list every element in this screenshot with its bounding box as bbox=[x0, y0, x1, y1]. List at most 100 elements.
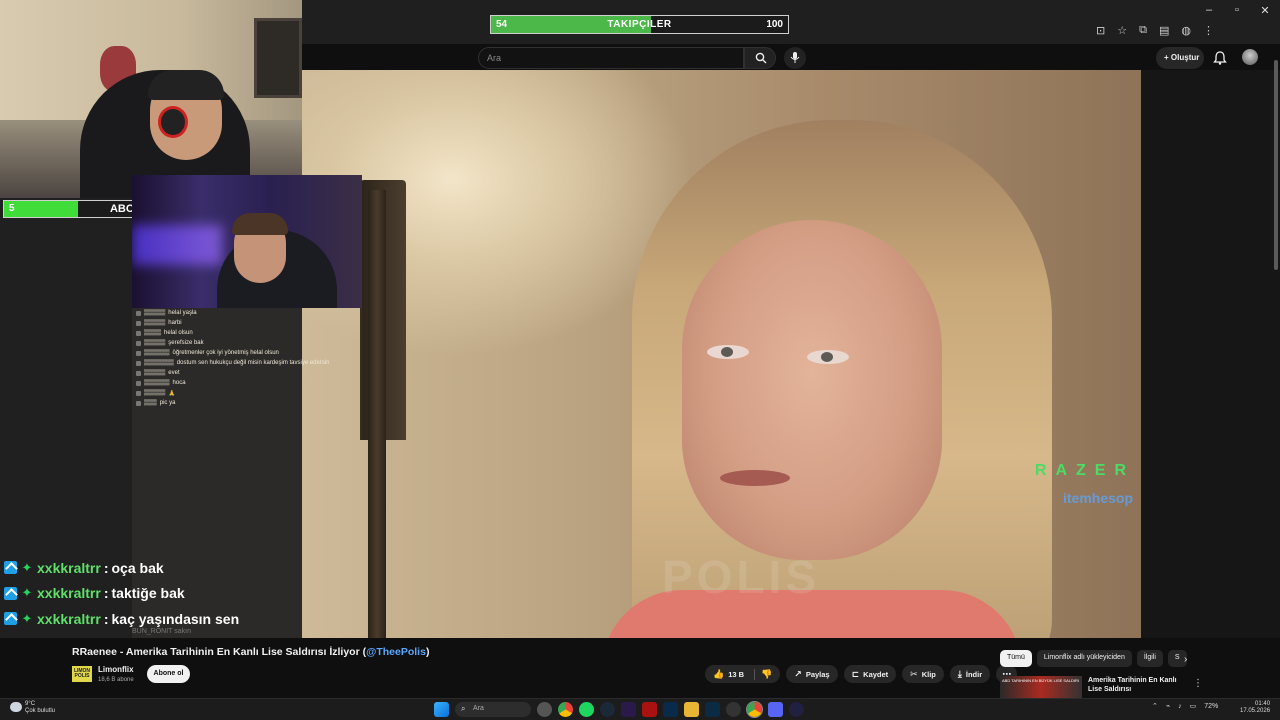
mic-icon bbox=[790, 52, 800, 63]
create-button[interactable]: + Oluştur bbox=[1156, 47, 1204, 69]
scissors-icon: ✂ bbox=[910, 668, 918, 679]
weather-widget[interactable]: 9°C Çok bulutlu bbox=[25, 701, 55, 715]
side-chat-user: ▒▒▒ bbox=[144, 400, 157, 406]
chat-separator: : bbox=[103, 610, 109, 627]
chat-badge-icon bbox=[4, 561, 17, 575]
chat-badge-icon bbox=[136, 390, 141, 396]
chevron-right-icon[interactable]: › bbox=[1184, 654, 1187, 665]
chat-badge-icon bbox=[136, 340, 141, 346]
side-chat-message: ▒▒▒▒▒▒▒ dostum sen hukukçu değil misin ka… bbox=[132, 358, 362, 368]
video-player[interactable]: POLIS RAZER itemhesop bbox=[302, 70, 1141, 638]
channel-logo[interactable]: LIMON POLIS bbox=[72, 666, 92, 682]
install-app-icon[interactable]: ⊡ bbox=[1096, 24, 1105, 37]
like-button[interactable]: 👍 13 B 👎 bbox=[705, 665, 781, 683]
filter-chip[interactable]: İlgili bbox=[1136, 650, 1163, 667]
taskbar-search[interactable]: ⌕ Ara bbox=[455, 702, 531, 717]
save-label: Kaydet bbox=[863, 669, 889, 679]
streamer-hair bbox=[148, 70, 224, 100]
youtube-header: Ara + Oluştur bbox=[300, 44, 1280, 70]
share-button[interactable]: ↗ Paylaş bbox=[786, 665, 838, 683]
search-button[interactable] bbox=[744, 47, 776, 69]
chat-message: ✦ xxkkraltrr: oça bak bbox=[0, 555, 300, 581]
chat-text: kaç yaşındasın sen bbox=[111, 610, 240, 627]
profile-icon[interactable]: ◍ bbox=[1181, 24, 1191, 37]
maximize-icon[interactable]: ▫ bbox=[1230, 4, 1244, 17]
side-chat-user: ▒▒▒▒▒▒ bbox=[144, 350, 170, 356]
video-lamp-pole bbox=[368, 190, 386, 638]
tray-chevron-icon[interactable]: ⌃ bbox=[1152, 702, 1158, 710]
recommended-title[interactable]: Amerika Tarihinin En Kanlı Lise Saldırıs… bbox=[1088, 676, 1188, 694]
voice-search-button[interactable] bbox=[784, 47, 806, 69]
chat-badge-icon bbox=[136, 310, 141, 316]
side-chat-text: pic ya bbox=[159, 400, 176, 406]
minimize-icon[interactable]: – bbox=[1202, 4, 1216, 17]
video-eye-right bbox=[807, 350, 849, 364]
side-chat-user: ▒▒▒▒▒▒▒ bbox=[144, 360, 174, 366]
title-mention-link[interactable]: @TheePolis bbox=[366, 646, 426, 658]
discord-icon[interactable] bbox=[768, 702, 783, 717]
shield-icon[interactable] bbox=[642, 702, 657, 717]
recommended-more-icon[interactable]: ⋮ bbox=[1193, 678, 1203, 689]
thumbs-down-icon[interactable]: 👎 bbox=[754, 668, 772, 680]
followers-goal: 100 bbox=[766, 19, 783, 30]
recommended-thumbnail[interactable]: ABD TARIHININ EN BÜYÜK LISE SALDIRI bbox=[1000, 676, 1082, 698]
filter-chip[interactable]: Limonflix adlı yükleyiciden bbox=[1036, 650, 1132, 667]
folder-icon[interactable] bbox=[684, 702, 699, 717]
github-icon[interactable] bbox=[726, 702, 741, 717]
media-icon[interactable]: ▤ bbox=[1159, 24, 1169, 37]
notifications-bell-icon[interactable] bbox=[1212, 50, 1228, 66]
taskbar-search-label: Ara bbox=[473, 705, 484, 712]
close-icon[interactable]: ✕ bbox=[1258, 4, 1272, 17]
side-chat-text: evet bbox=[168, 370, 180, 376]
windows-start-icon[interactable] bbox=[434, 702, 449, 717]
lightroom-icon[interactable] bbox=[663, 702, 678, 717]
side-chat-text: harbi bbox=[168, 320, 182, 326]
spotify-icon[interactable] bbox=[579, 702, 594, 717]
stream-chat: ✦ xxkkraltrr: oça bak ✦ xxkkraltrr: taktiğe b… bbox=[0, 555, 300, 637]
chat-badge-icon bbox=[4, 612, 17, 626]
side-chat-user: ▒▒▒▒▒ bbox=[144, 340, 166, 346]
chat-text: taktiğe bak bbox=[111, 585, 185, 602]
search-icon bbox=[755, 52, 767, 64]
page-scrollbar[interactable] bbox=[1274, 60, 1278, 270]
side-chat-user: ▒▒▒▒ bbox=[144, 330, 162, 336]
tray-network-icon[interactable]: ⌁ bbox=[1166, 702, 1170, 710]
task-view-icon[interactable] bbox=[537, 702, 552, 717]
download-label: İndir bbox=[965, 669, 983, 679]
channel-name[interactable]: Limonflix bbox=[98, 665, 134, 674]
steam-icon[interactable] bbox=[600, 702, 615, 717]
chat-badge-icon bbox=[136, 380, 141, 386]
chrome-icon[interactable] bbox=[558, 702, 573, 717]
extensions-icon[interactable]: ⧉ bbox=[1139, 24, 1147, 37]
clip-button[interactable]: ✂ Klip bbox=[902, 665, 944, 683]
sparkle-icon: ✦ bbox=[21, 559, 33, 575]
weather-cloud-icon[interactable] bbox=[10, 702, 22, 712]
webcam-door bbox=[254, 18, 302, 98]
bookmark-star-icon[interactable]: ☆ bbox=[1117, 24, 1127, 37]
search-input[interactable]: Ara bbox=[478, 47, 744, 69]
side-chat-message: ▒▒▒▒▒ harbi bbox=[132, 318, 362, 328]
chrome-active-icon[interactable] bbox=[746, 701, 763, 718]
bookmark-icon: ⊏ bbox=[851, 668, 860, 679]
tray-battery-icon[interactable]: ▭ bbox=[1190, 702, 1197, 710]
side-chat-user: ▒▒▒▒▒ bbox=[144, 390, 166, 396]
obs-icon[interactable] bbox=[789, 702, 804, 717]
premiere-icon[interactable] bbox=[621, 702, 636, 717]
download-button[interactable]: ⤓ İndir bbox=[949, 665, 991, 683]
side-chat-message: ▒▒▒▒ helal olsun bbox=[132, 328, 362, 338]
chat-username: xxkkraltrr bbox=[37, 585, 101, 602]
video-watermark: POLIS bbox=[662, 551, 821, 603]
photoshop-icon[interactable] bbox=[705, 702, 720, 717]
subscribe-button[interactable]: Abone ol bbox=[147, 665, 190, 683]
channel-subscribers: 18,6 B abone bbox=[98, 677, 134, 683]
side-chat-user: ▒▒▒▒▒▒ bbox=[144, 380, 170, 386]
account-avatar[interactable] bbox=[1242, 49, 1258, 65]
filter-chip[interactable]: Tümü bbox=[1000, 650, 1032, 667]
taskbar-apps: ⌕ Ara bbox=[434, 701, 804, 718]
taskbar-clock[interactable]: 01:40 17.05.2026 bbox=[1240, 701, 1270, 715]
plus-icon: + bbox=[1164, 53, 1169, 62]
tray-volume-icon[interactable]: ♪ bbox=[1178, 703, 1182, 710]
menu-icon[interactable]: ⋮ bbox=[1203, 24, 1214, 37]
side-chat-message: ▒▒▒▒▒▒ öğretmenler çok iyi yönetmiş helal… bbox=[132, 348, 362, 358]
save-button[interactable]: ⊏ Kaydet bbox=[843, 665, 897, 683]
